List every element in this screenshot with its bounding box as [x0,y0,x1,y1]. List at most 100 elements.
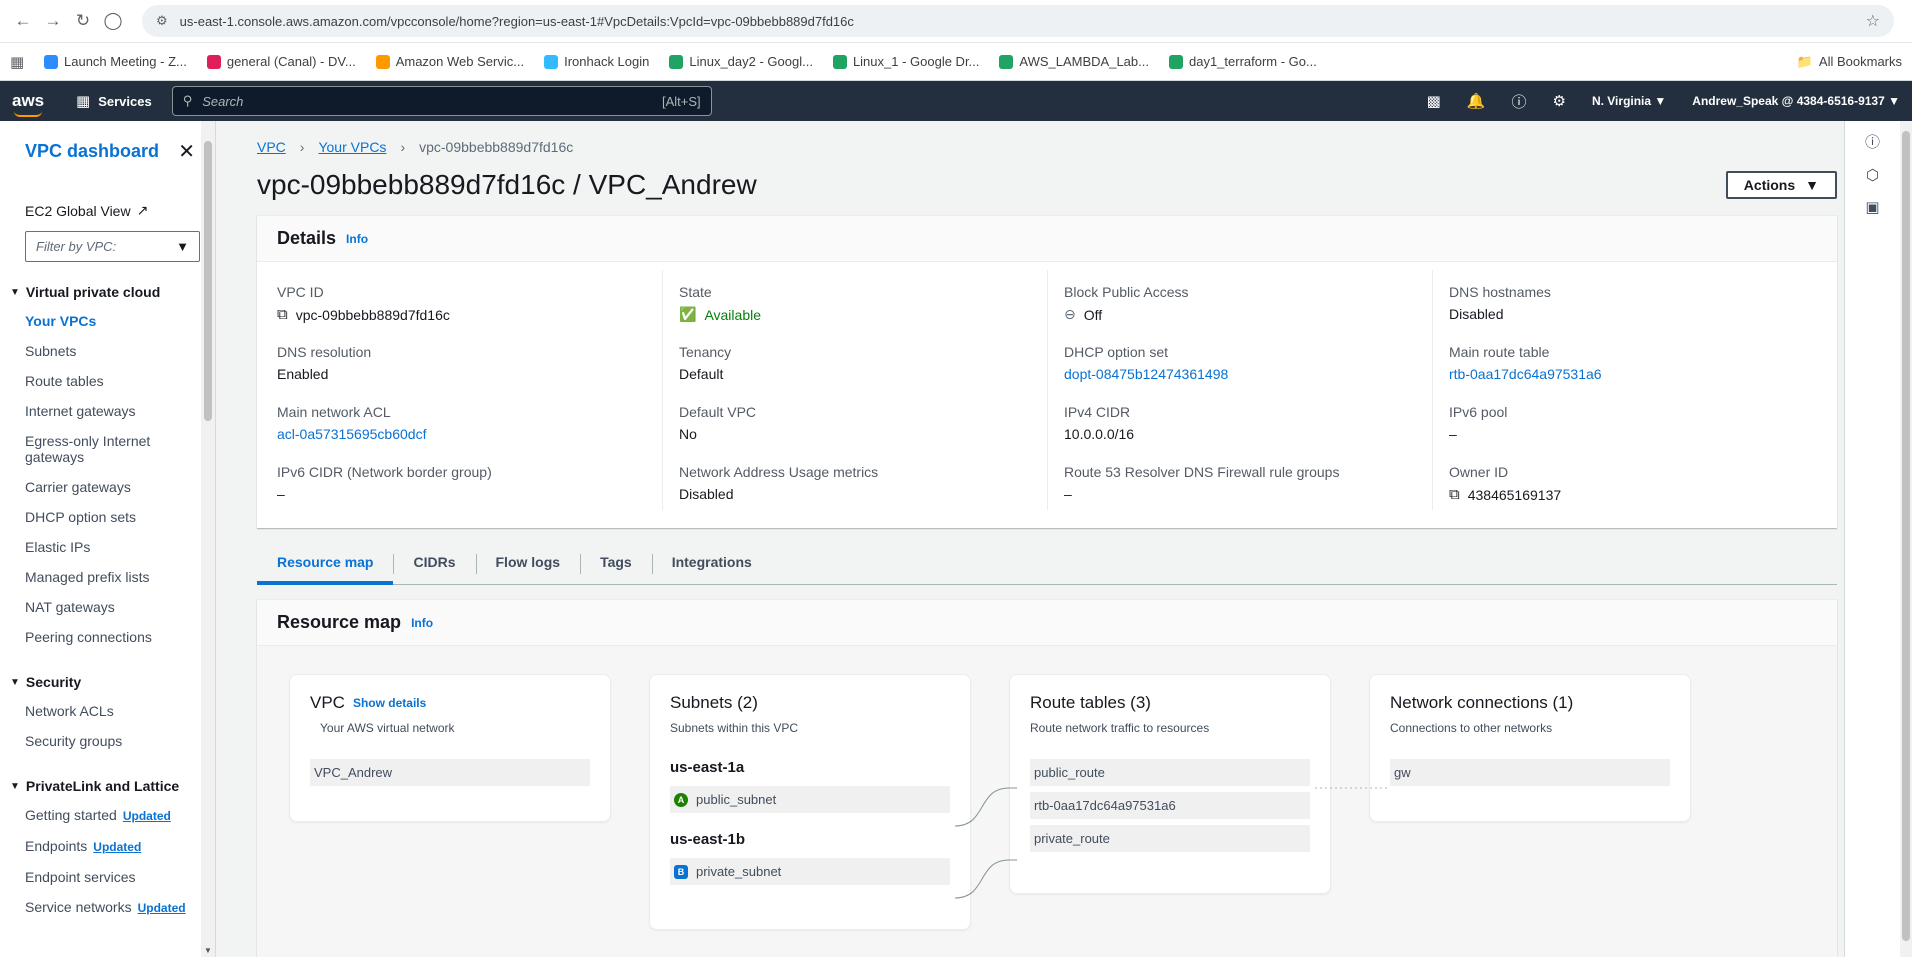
sidebar-item[interactable]: Your VPCs [0,306,215,336]
detail-value-text[interactable]: rtb-0aa17dc64a97531a6 [1449,366,1602,382]
detail-label: Block Public Access [1064,284,1189,300]
detail-field: DNS resolution Enabled [277,344,662,390]
bookmark-label: Ironhack Login [564,54,650,69]
detail-value-text[interactable]: dopt-08475b12474361498 [1064,366,1228,382]
tab-item[interactable]: Flow logs [475,546,581,584]
sidebar-item[interactable]: Endpoints Updated [0,831,215,862]
sidebar-item-label: Internet gateways [25,403,136,419]
aws-search-input[interactable]: ⚲ Search [Alt+S] [171,86,712,116]
resource-map-connectors [954,787,1387,899]
close-icon[interactable]: ✕ [178,139,195,164]
bookmark-item[interactable]: Launch Meeting - Z... [44,54,187,69]
updated-badge[interactable]: Updated [123,809,171,823]
sidebar-item[interactable]: Elastic IPs [0,532,215,562]
site-settings-icon[interactable]: ⚙ [156,13,168,29]
vpc-filter-select[interactable]: Filter by VPC: ▼ [25,231,200,262]
forward-icon[interactable]: → [38,6,68,36]
sidebar-item-label: Endpoint services [25,869,136,885]
tab-item[interactable]: CIDRs [393,546,475,584]
info-panel-icon[interactable]: ⓘ [1865,131,1880,152]
tab-item[interactable]: Integrations [651,546,772,584]
detail-value-text[interactable]: acl-0a57315695cb60dcf [277,426,426,442]
all-bookmarks[interactable]: 📁 All Bookmarks [1797,54,1902,70]
sidebar-section-header[interactable]: ▼ Virtual private cloud [0,284,215,300]
bookmark-star-icon[interactable]: ☆ [1866,11,1880,31]
sidebar-scrollbar[interactable]: ▼ [201,121,215,957]
updated-badge[interactable]: Updated [138,901,186,915]
copy-icon[interactable]: ⧉ [277,306,288,323]
address-bar[interactable]: ⚙ us-east-1.console.aws.amazon.com/vpcco… [142,5,1894,37]
region-selector[interactable]: N. Virginia ▼ [1592,94,1666,108]
settings-hex-icon[interactable]: ⬡ [1866,166,1879,184]
sidebar-section-header[interactable]: ▼ Security [0,674,215,690]
bookmark-item[interactable]: day1_terraform - Go... [1168,54,1317,69]
sidebar-item[interactable]: DHCP option sets [0,502,215,532]
apps-grid-icon[interactable]: ▦ [10,53,30,71]
feedback-icon[interactable]: ▣ [1865,198,1879,216]
settings-gear-icon[interactable]: ⚙ [1552,92,1565,110]
detail-value-text: Disabled [1449,306,1504,322]
copy-icon[interactable]: ⧉ [1449,486,1460,503]
bookmark-item[interactable]: Linux_1 - Google Dr... [832,54,979,69]
help-icon[interactable]: ⓘ [1511,91,1526,112]
sidebar-item[interactable]: Service networks Updated [0,892,215,923]
bookmark-item[interactable]: AWS_LAMBDA_Lab... [999,54,1149,69]
sidebar-item[interactable]: NAT gateways [0,592,215,622]
actions-button[interactable]: Actions ▼ [1725,171,1837,199]
bookmark-item[interactable]: Amazon Web Servic... [375,54,525,69]
back-icon[interactable]: ← [8,6,38,36]
sidebar-section-header[interactable]: ▼ PrivateLink and Lattice [0,778,215,794]
cloudshell-icon[interactable]: ▩ [1427,92,1441,110]
sidebar-item[interactable]: Managed prefix lists [0,562,215,592]
sidebar-item[interactable]: Subnets [0,336,215,366]
detail-value[interactable]: dopt-08475b12474361498 [1064,366,1432,382]
chevron-right-icon: › [299,139,305,155]
resource-map-heading: Resource map [277,612,402,632]
ec2-global-view-label: EC2 Global View [25,202,131,219]
account-menu[interactable]: Andrew_Speak @ 4384-6516-9137 ▼ [1692,94,1900,108]
sidebar-item[interactable]: Endpoint services [0,862,215,892]
bookmark-label: Amazon Web Servic... [395,54,525,69]
bookmark-favicon-icon [544,54,559,69]
detail-value[interactable]: acl-0a57315695cb60dcf [277,426,662,442]
aws-logo[interactable]: aws [12,91,56,117]
sidebar-title[interactable]: VPC dashboard [25,141,159,162]
sidebar-item[interactable]: Peering connections [0,622,215,652]
sidebar-item[interactable]: Internet gateways [0,396,215,426]
details-column: VPC ID ⧉ vpc-09bbebb889d7fd16c DNS resolut… [277,270,662,510]
sidebar-item-label: NAT gateways [25,599,115,615]
tab-item[interactable]: Resource map [257,546,394,585]
tab-item[interactable]: Tags [580,546,652,584]
ec2-global-view-link[interactable]: EC2 Global View ↗ [0,202,215,219]
breadcrumb-your-vpcs[interactable]: Your VPCs [318,139,386,155]
extension-icon[interactable]: ◯ [98,6,128,36]
bookmark-item[interactable]: Ironhack Login [544,54,649,69]
sidebar-item[interactable]: Route tables [0,366,215,396]
breadcrumb-vpc[interactable]: VPC [257,139,286,155]
sidebar-item[interactable]: Egress-only Internet gateways [0,426,215,472]
updated-badge[interactable]: Updated [93,840,141,854]
bookmark-item[interactable]: Linux_day2 - Googl... [669,54,813,69]
bookmark-item[interactable]: general (Canal) - DV... [206,54,356,69]
notifications-bell-icon[interactable]: 🔔 [1467,92,1486,110]
services-grid-icon: ▦ [76,93,91,110]
sidebar-item[interactable]: Security groups [0,726,215,756]
sidebar-item[interactable]: Carrier gateways [0,472,215,502]
detail-value: ✅ Available [679,306,1047,323]
details-info-link[interactable]: Info [346,232,368,246]
search-shortcut: [Alt+S] [662,93,701,109]
bookmark-favicon-icon [669,54,684,69]
detail-label: Owner ID [1449,464,1509,480]
page-title: vpc-09bbebb889d7fd16c / VPC_Andrew [257,169,757,200]
sidebar-item[interactable]: Network ACLs [0,696,215,726]
resource-map-info-link[interactable]: Info [411,616,433,630]
details-panel: Details Info VPC ID ⧉ vpc-09bbebb889d7fd1… [257,215,1837,528]
vpc-filter-placeholder: Filter by VPC: [36,239,117,254]
sidebar-item[interactable]: Getting started Updated [0,800,215,831]
url-text[interactable]: us-east-1.console.aws.amazon.com/vpccons… [180,14,1866,29]
services-menu[interactable]: ▦ Services [76,92,152,110]
aws-logo-text: aws [12,91,45,110]
reload-icon[interactable]: ↻ [68,6,98,36]
detail-value[interactable]: rtb-0aa17dc64a97531a6 [1449,366,1817,382]
page-scrollbar[interactable] [1900,121,1912,957]
